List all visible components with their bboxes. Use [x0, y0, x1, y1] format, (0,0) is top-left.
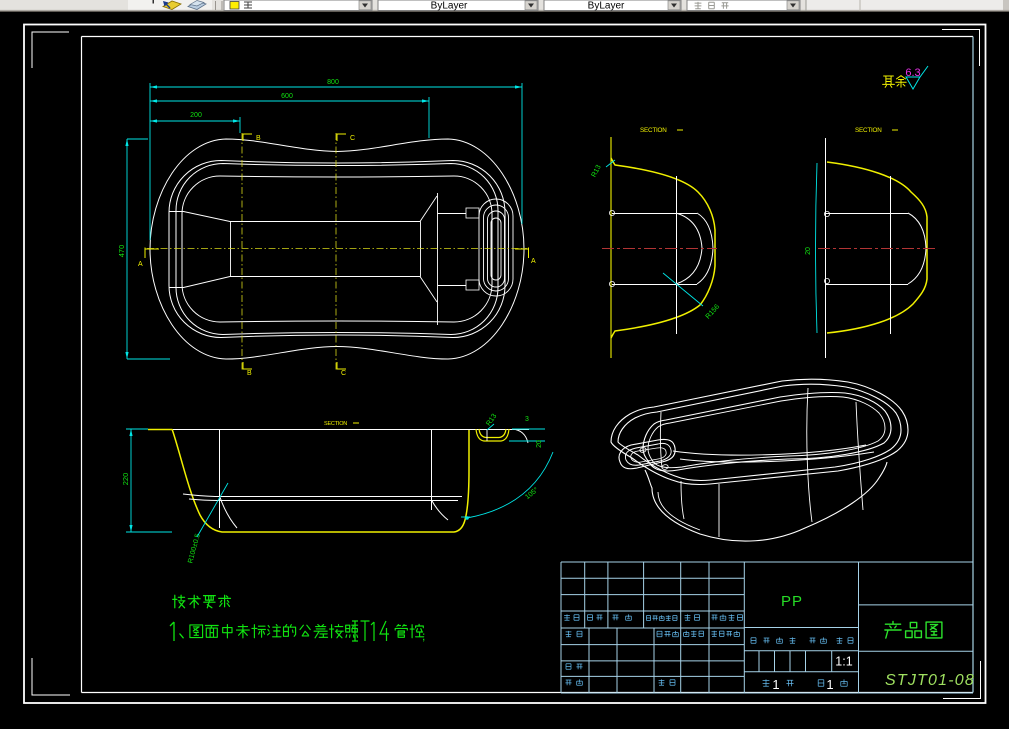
- svg-text:1: 1: [772, 677, 779, 692]
- svg-text:A: A: [531, 258, 536, 265]
- svg-text:A: A: [138, 261, 143, 268]
- svg-text:C: C: [350, 135, 355, 142]
- svg-text:20: 20: [805, 247, 812, 255]
- svg-text:3: 3: [525, 416, 529, 423]
- svg-text:20: 20: [536, 440, 543, 448]
- svg-text:1:1: 1:1: [835, 655, 852, 669]
- svg-text:STJT01-08: STJT01-08: [885, 672, 975, 689]
- svg-text:ByLayer: ByLayer: [431, 1, 468, 12]
- svg-text:C: C: [341, 370, 346, 377]
- svg-text:600: 600: [281, 93, 293, 100]
- svg-text:SECTION: SECTION: [855, 127, 882, 134]
- svg-text:SECTION: SECTION: [640, 127, 667, 134]
- svg-text:1: 1: [826, 677, 833, 692]
- svg-text:800: 800: [327, 79, 339, 86]
- svg-text:B: B: [256, 135, 261, 142]
- svg-text:PP: PP: [781, 593, 803, 610]
- svg-text:220: 220: [121, 473, 130, 486]
- svg-text:ByLayer: ByLayer: [588, 1, 625, 12]
- svg-text:B: B: [247, 370, 252, 377]
- svg-text:SECTION: SECTION: [324, 421, 347, 427]
- svg-text:200: 200: [190, 112, 202, 119]
- svg-text:470: 470: [117, 245, 126, 258]
- svg-text:;: ;: [422, 629, 425, 643]
